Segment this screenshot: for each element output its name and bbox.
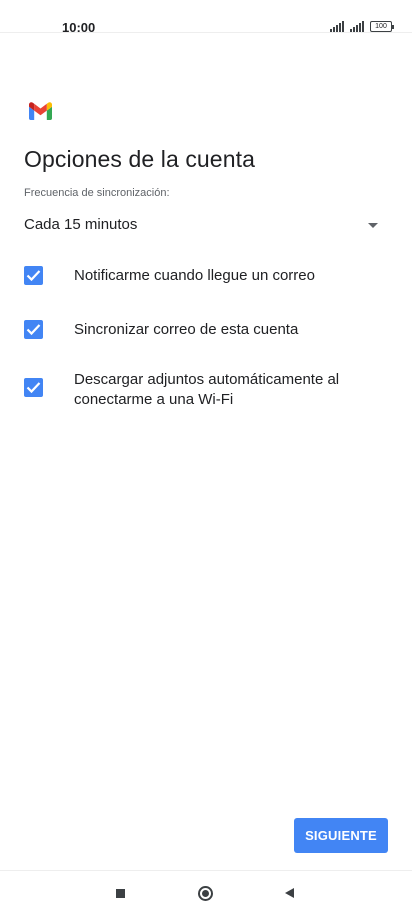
sync-frequency-label: Frecuencia de sincronización: xyxy=(24,187,170,199)
option-download-attachments[interactable]: Descargar adjuntos automáticamente al co… xyxy=(24,370,394,414)
back-icon[interactable] xyxy=(285,888,294,898)
navigation-bar xyxy=(0,870,412,915)
home-icon[interactable] xyxy=(198,886,213,901)
sync-frequency-dropdown[interactable]: Cada 15 minutos xyxy=(24,210,382,240)
notify-checkbox[interactable] xyxy=(24,266,43,285)
signal-icon-secondary xyxy=(350,21,364,32)
next-button[interactable]: SIGUIENTE xyxy=(294,818,388,853)
option-label: Notificarme cuando llegue un correo xyxy=(74,267,315,284)
sync-checkbox[interactable] xyxy=(24,320,43,339)
option-label: Sincronizar correo de esta cuenta xyxy=(74,321,299,338)
recent-apps-icon[interactable] xyxy=(116,889,125,898)
battery-icon: 100 xyxy=(370,21,394,32)
check-icon xyxy=(26,324,41,336)
check-icon xyxy=(26,270,41,282)
option-label: Descargar adjuntos automáticamente al co… xyxy=(74,371,340,408)
status-icons: 100 xyxy=(330,21,394,32)
signal-icon xyxy=(330,21,344,32)
option-notify[interactable]: Notificarme cuando llegue un correo xyxy=(24,266,394,290)
check-icon xyxy=(26,382,41,394)
option-sync[interactable]: Sincronizar correo de esta cuenta xyxy=(24,320,394,344)
sync-frequency-value: Cada 15 minutos xyxy=(24,216,138,233)
page-title: Opciones de la cuenta xyxy=(24,146,255,172)
chevron-down-icon xyxy=(368,223,378,228)
gmail-logo-icon xyxy=(29,102,52,120)
download-attachments-checkbox[interactable] xyxy=(24,378,43,397)
